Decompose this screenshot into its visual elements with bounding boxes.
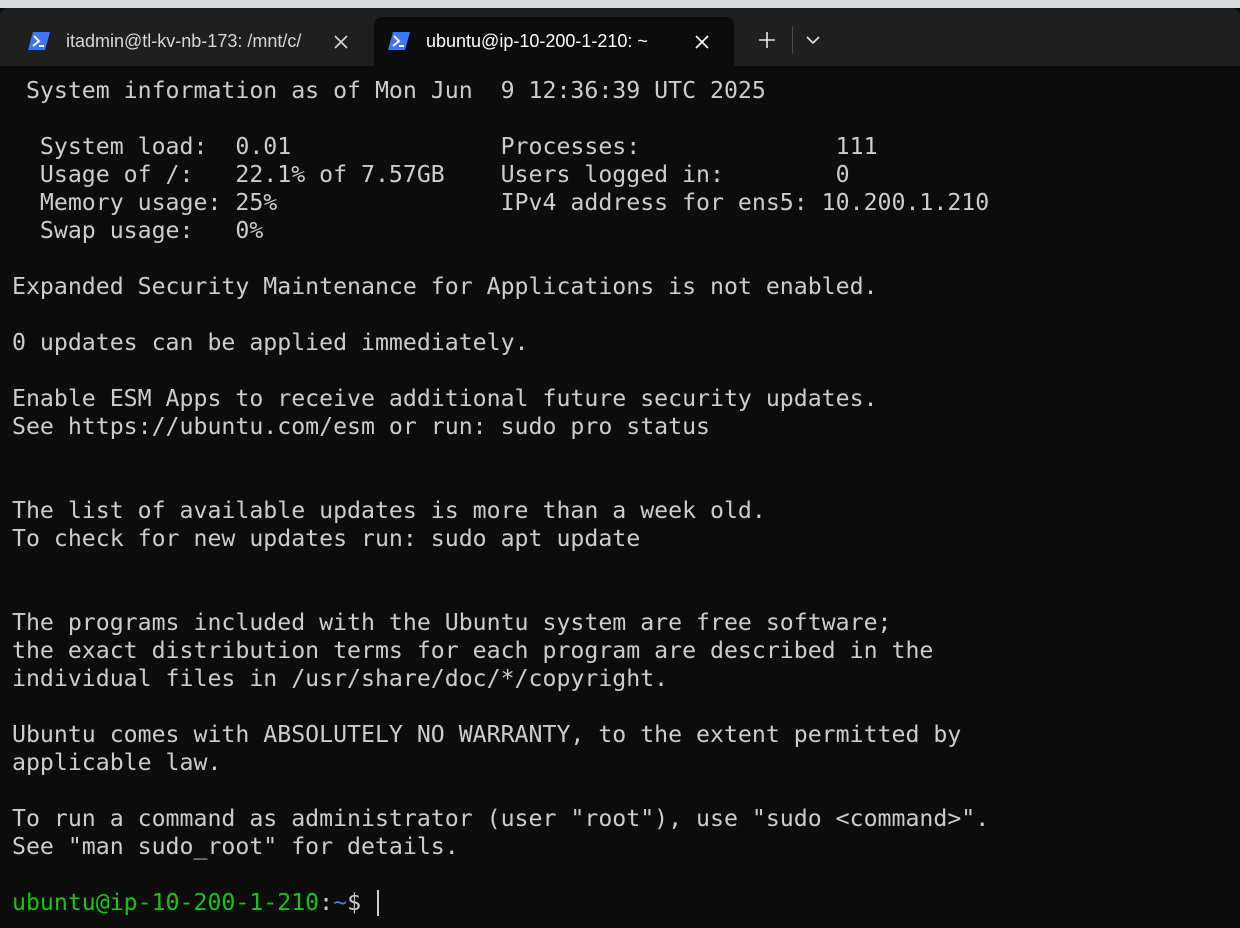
window-top-edge xyxy=(0,0,1240,8)
new-tab-dropdown-button[interactable] xyxy=(798,25,828,55)
terminal-line: System information as of Mon Jun 9 12:36… xyxy=(12,77,766,104)
terminal-line: See https://ubuntu.com/esm or run: sudo … xyxy=(12,413,711,440)
terminal-line: System load: 0.01 Processes: 111 xyxy=(12,133,878,160)
terminal-line: The programs included with the Ubuntu sy… xyxy=(12,609,892,636)
chevron-down-icon xyxy=(806,36,820,45)
plus-icon xyxy=(759,32,775,48)
tab-bar-divider xyxy=(792,26,793,54)
close-icon[interactable] xyxy=(691,31,713,53)
prompt-path: ~ xyxy=(333,889,348,916)
terminal-line: To check for new updates run: sudo apt u… xyxy=(12,525,641,552)
text-cursor xyxy=(376,890,379,916)
prompt-line[interactable]: ubuntu@ip-10-200-1-210:~$ xyxy=(12,889,989,917)
prompt-separator: : xyxy=(319,889,334,916)
tab-itadmin[interactable]: itadmin@tl-kv-nb-173: /mnt/c/ xyxy=(14,17,370,66)
tab-title: ubuntu@ip-10-200-1-210: ~ xyxy=(426,31,648,51)
terminal-line: The list of available updates is more th… xyxy=(12,497,766,524)
new-tab-button[interactable] xyxy=(752,25,782,55)
tab-ubuntu[interactable]: ubuntu@ip-10-200-1-210: ~ xyxy=(374,17,734,66)
powershell-icon xyxy=(28,31,50,51)
terminal-line: individual files in /usr/share/doc/*/cop… xyxy=(12,665,669,692)
terminal-line: 0 updates can be applied immediately. xyxy=(12,329,529,356)
tab-bar: itadmin@tl-kv-nb-173: /mnt/c/ ubuntu@ip-… xyxy=(0,8,1240,66)
terminal-line: Swap usage: 0% xyxy=(12,217,264,244)
terminal-window: itadmin@tl-kv-nb-173: /mnt/c/ ubuntu@ip-… xyxy=(0,0,1240,928)
terminal-line: Expanded Security Maintenance for Applic… xyxy=(12,273,878,300)
terminal-line: To run a command as administrator (user … xyxy=(12,805,990,832)
terminal-line: applicable law. xyxy=(12,749,222,776)
terminal-text: System information as of Mon Jun 9 12:36… xyxy=(12,77,989,917)
terminal-line: Ubuntu comes with ABSOLUTELY NO WARRANTY… xyxy=(12,721,962,748)
terminal-line: Enable ESM Apps to receive additional fu… xyxy=(12,385,878,412)
terminal-line: the exact distribution terms for each pr… xyxy=(12,637,934,664)
prompt-user: ubuntu@ip-10-200-1-210 xyxy=(12,889,320,916)
terminal-line: See "man sudo_root" for details. xyxy=(12,833,459,860)
terminal-output[interactable]: System information as of Mon Jun 9 12:36… xyxy=(0,66,1240,928)
terminal-line: Usage of /: 22.1% of 7.57GB Users logged… xyxy=(12,161,850,188)
close-icon[interactable] xyxy=(330,31,352,53)
powershell-icon xyxy=(388,31,410,51)
terminal-line: Memory usage: 25% IPv4 address for ens5:… xyxy=(12,189,990,216)
prompt-symbol: $ xyxy=(347,889,375,916)
tab-title: itadmin@tl-kv-nb-173: /mnt/c/ xyxy=(66,31,302,51)
